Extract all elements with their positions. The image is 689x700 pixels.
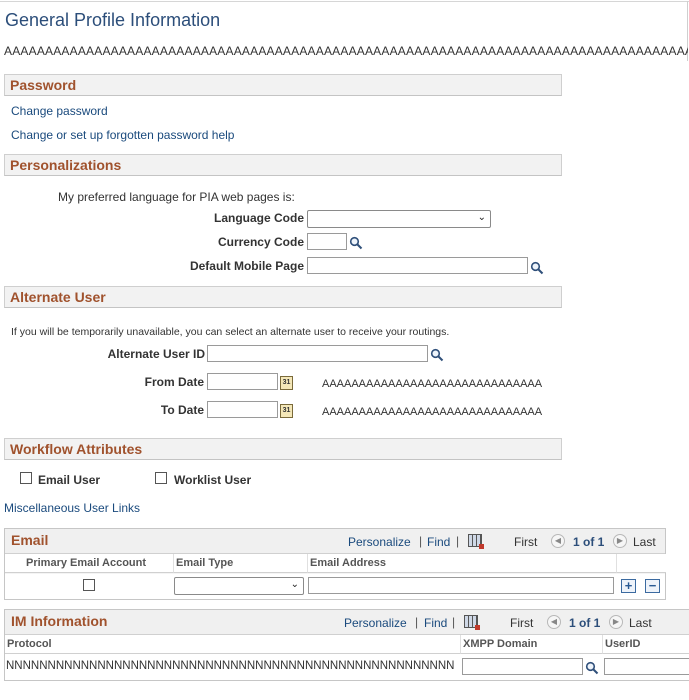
currency-code-label: Currency Code — [217, 235, 304, 249]
protocol-value: NNNNNNNNNNNNNNNNNNNNNNNNNNNNNNNNNNNNNNNN… — [6, 660, 455, 672]
range-label: 1 of 1 — [569, 616, 601, 630]
column-xmpp-domain: XMPP Domain — [463, 638, 538, 650]
first-label: First — [514, 535, 538, 549]
alternate-user-intro-text: If you will be temporarily unavailable, … — [11, 326, 450, 338]
column-header: UserID — [602, 635, 689, 654]
email-type-select[interactable]: ⌄ — [174, 577, 304, 595]
section-password-title: Password — [10, 77, 77, 93]
worklist-user-checkbox[interactable] — [155, 472, 167, 484]
personalize-link[interactable]: Personalize — [348, 535, 411, 549]
to-date-label: To Date — [160, 403, 204, 417]
im-grid-header: IM Information Personalize | Find | Firs… — [5, 610, 689, 635]
column-email-type: Email Type — [176, 557, 234, 569]
section-workflow-attributes-title: Workflow Attributes — [10, 441, 143, 457]
arrow-left-icon[interactable]: ◀ — [551, 534, 565, 548]
page-title: General Profile Information — [5, 10, 221, 30]
range-label: 1 of 1 — [573, 535, 605, 549]
language-code-label: Language Code — [213, 211, 304, 225]
email-grid: Email Personalize | Find | First ◀ 1 of … — [4, 528, 666, 600]
from-date-description: AAAAAAAAAAAAAAAAAAAAAAAAAAAAAA — [322, 378, 543, 390]
first-label: First — [510, 616, 534, 630]
top-border — [0, 1, 689, 2]
magnifier-icon[interactable] — [585, 661, 599, 675]
magnifier-icon[interactable] — [530, 261, 544, 275]
separator: | — [415, 615, 419, 629]
column-header: Email Address — [307, 554, 617, 573]
placeholder-text-line: AAAAAAAAAAAAAAAAAAAAAAAAAAAAAAAAAAAAAAAA… — [4, 44, 688, 58]
row-divider — [5, 573, 665, 574]
currency-code-input[interactable] — [307, 233, 347, 250]
section-alternate-user-title: Alternate User — [10, 289, 106, 305]
email-grid-header: Email Personalize | Find | First ◀ 1 of … — [5, 529, 665, 554]
magnifier-icon[interactable] — [430, 348, 444, 362]
arrow-left-icon[interactable]: ◀ — [547, 615, 561, 629]
misc-user-links-link[interactable]: Miscellaneous User Links — [4, 501, 140, 515]
column-header: XMPP Domain — [460, 635, 603, 654]
personalize-link[interactable]: Personalize — [344, 616, 407, 630]
find-link[interactable]: Find — [427, 535, 450, 549]
chevron-down-icon: ⌄ — [477, 212, 486, 223]
worklist-user-label: Worklist User — [174, 473, 252, 487]
column-header: Primary Email Account — [5, 554, 173, 573]
primary-email-checkbox[interactable] — [83, 579, 95, 591]
section-personalizations-title: Personalizations — [10, 157, 122, 173]
xmpp-domain-input[interactable] — [462, 658, 583, 675]
column-header: Email Type — [173, 554, 308, 573]
chevron-down-icon: ⌄ — [290, 579, 299, 590]
to-date-description: AAAAAAAAAAAAAAAAAAAAAAAAAAAAAA — [322, 406, 543, 418]
magnifier-icon[interactable] — [349, 236, 363, 250]
separator: | — [419, 534, 423, 548]
find-link[interactable]: Find — [424, 616, 447, 630]
email-user-label: Email User — [38, 473, 101, 487]
column-email-address: Email Address — [310, 557, 387, 569]
alternate-user-id-input[interactable] — [207, 345, 428, 362]
from-date-input[interactable] — [207, 373, 278, 390]
calendar-icon[interactable]: 31 — [280, 404, 293, 418]
im-grid-title: IM Information — [11, 613, 108, 629]
im-grid: IM Information Personalize | Find | Firs… — [4, 609, 689, 681]
alternate-user-id-label: Alternate User ID — [107, 347, 205, 361]
column-header: Protocol — [5, 635, 460, 654]
change-password-link[interactable]: Change password — [11, 104, 108, 118]
default-mobile-page-label: Default Mobile Page — [189, 259, 304, 273]
default-mobile-page-input[interactable] — [307, 257, 528, 274]
calendar-icon[interactable]: 31 — [280, 376, 293, 390]
column-primary-email: Primary Email Account — [26, 557, 147, 569]
minus-icon[interactable]: − — [645, 579, 660, 593]
email-grid-title: Email — [11, 532, 49, 548]
spreadsheet-icon[interactable] — [468, 534, 484, 549]
column-protocol: Protocol — [7, 638, 52, 650]
last-label: Last — [629, 616, 652, 630]
column-userid: UserID — [605, 638, 641, 650]
separator: | — [452, 615, 456, 629]
plus-icon[interactable]: + — [621, 579, 636, 593]
section-password: Password — [4, 74, 562, 96]
separator: | — [456, 534, 460, 548]
language-intro-text: My preferred language for PIA web pages … — [58, 190, 295, 204]
arrow-right-icon[interactable]: ▶ — [609, 615, 623, 629]
section-personalizations: Personalizations — [4, 154, 562, 176]
section-alternate-user: Alternate User — [4, 286, 562, 308]
language-code-select[interactable]: ⌄ — [307, 210, 491, 228]
spreadsheet-icon[interactable] — [464, 615, 480, 630]
to-date-input[interactable] — [207, 401, 278, 418]
forgotten-password-help-link[interactable]: Change or set up forgotten password help — [11, 128, 234, 142]
section-workflow-attributes: Workflow Attributes — [4, 438, 562, 460]
last-label: Last — [633, 535, 656, 549]
from-date-label: From Date — [144, 375, 204, 389]
column-header-actions — [616, 554, 666, 573]
arrow-right-icon[interactable]: ▶ — [613, 534, 627, 548]
email-address-input[interactable] — [308, 577, 614, 594]
email-user-checkbox[interactable] — [20, 472, 32, 484]
userid-input[interactable] — [604, 658, 689, 675]
